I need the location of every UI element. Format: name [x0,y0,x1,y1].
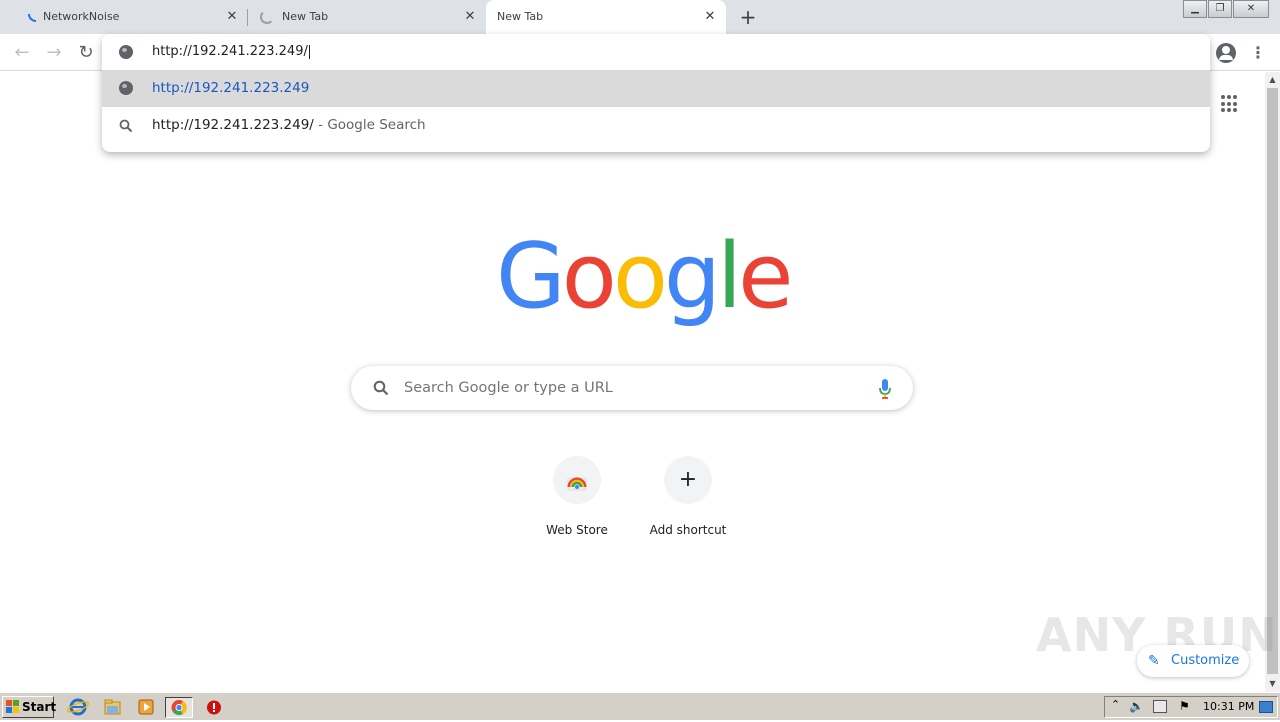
google-apps-icon[interactable] [1221,95,1239,113]
logo-letter: o [612,224,668,329]
tray-expand-icon[interactable]: ⌃ [1111,698,1120,711]
customize-label: Customize [1171,653,1240,668]
omnibox-suggestion[interactable]: http://192.241.223.249 [102,70,1210,107]
suggestion-suffix: - Google Search [313,117,426,133]
forward-button[interactable]: → [42,41,66,65]
back-button[interactable]: ← [10,41,34,65]
close-tab-icon[interactable]: ✕ [463,10,477,24]
network-icon[interactable] [1153,700,1167,713]
show-desktop-icon[interactable] [1259,701,1273,713]
logo-letter: g [663,224,721,329]
new-tab-button[interactable]: + [739,7,757,27]
tab-strip: NetworkNoise ✕ New Tab ✕ New Tab ✕ + ▁ ❐… [0,0,1280,34]
restore-button[interactable]: ❐ [1208,0,1232,18]
action-center-flag-icon[interactable]: ⚑ [1179,699,1190,713]
ntp-search-box[interactable]: Search Google or type a URL [351,366,913,410]
tab-new-tab-active[interactable]: New Tab ✕ [486,0,726,34]
tab-title: New Tab [282,10,329,23]
loading-spinner-icon [28,14,36,22]
globe-icon [119,81,133,95]
clock[interactable]: 10:31 PM [1203,697,1254,717]
globe-icon [119,45,133,59]
search-icon [119,118,133,133]
tab-title: NetworkNoise [43,10,120,23]
customize-button[interactable]: ✎ Customize [1137,645,1249,677]
logo-letter: e [738,224,793,329]
volume-icon[interactable]: 🔈 [1129,699,1144,713]
windows-logo-icon [6,700,20,714]
loading-spinner-icon [260,10,274,24]
search-placeholder: Search Google or type a URL [404,380,613,396]
chrome-menu-icon[interactable]: ⋮ [1250,43,1266,63]
logo-letter: o [561,224,617,329]
chrome-icon[interactable] [165,697,193,718]
omnibox-suggestion[interactable]: http://192.241.223.249/ - Google Search [102,107,1210,144]
suggestion-search: http://192.241.223.249/ - Google Search [152,107,426,144]
search-icon [373,380,389,396]
address-bar-input[interactable]: http://192.241.223.249/ [152,44,310,60]
scroll-up-icon[interactable]: ▲ [1265,72,1280,87]
media-player-icon[interactable] [132,697,160,718]
close-window-button[interactable]: ✕ [1233,0,1269,18]
scrollbar-thumb[interactable] [1267,88,1278,674]
web-store-icon [553,456,601,504]
system-tray: ⌃ 🔈 ⚑ 10:31 PM [1104,696,1278,718]
internet-explorer-icon[interactable] [64,697,92,718]
stop-icon[interactable] [200,697,228,718]
logo-letter: G [496,224,566,329]
scroll-down-icon[interactable]: ▼ [1265,676,1280,691]
tab-networknoise[interactable]: NetworkNoise ✕ [8,0,246,34]
start-label: Start [22,700,57,714]
shortcut-label: Add shortcut [649,523,727,537]
omnibox-dropdown: http://192.241.223.249/ http://192.241.2… [102,34,1210,152]
start-button[interactable]: Start [2,696,57,718]
profile-icon[interactable] [1216,43,1236,63]
tab-title: New Tab [497,10,544,23]
file-explorer-icon[interactable] [98,697,126,718]
google-logo: Google [496,222,793,332]
shortcut-web-store[interactable]: Web Store [521,456,633,552]
shortcut-add[interactable]: + Add shortcut [632,456,744,552]
minimize-button[interactable]: ▁ [1183,0,1207,18]
suggestion-query: http://192.241.223.249/ [152,117,314,133]
close-tab-icon[interactable]: ✕ [225,10,239,24]
pencil-icon: ✎ [1148,653,1160,669]
microphone-icon[interactable] [878,378,892,400]
windows-taskbar: Start ⌃ 🔈 ⚑ 10:31 PM [0,692,1280,720]
logo-letter: l [717,224,742,329]
close-tab-icon[interactable]: ✕ [703,10,717,24]
tab-new-tab-loading[interactable]: New Tab ✕ [248,0,485,34]
shortcut-label: Web Store [546,523,608,537]
plus-icon: + [664,456,712,504]
address-bar-value: http://192.241.223.249/ [152,44,308,59]
reload-button[interactable]: ↻ [74,41,98,65]
suggestion-url: http://192.241.223.249 [152,80,310,96]
